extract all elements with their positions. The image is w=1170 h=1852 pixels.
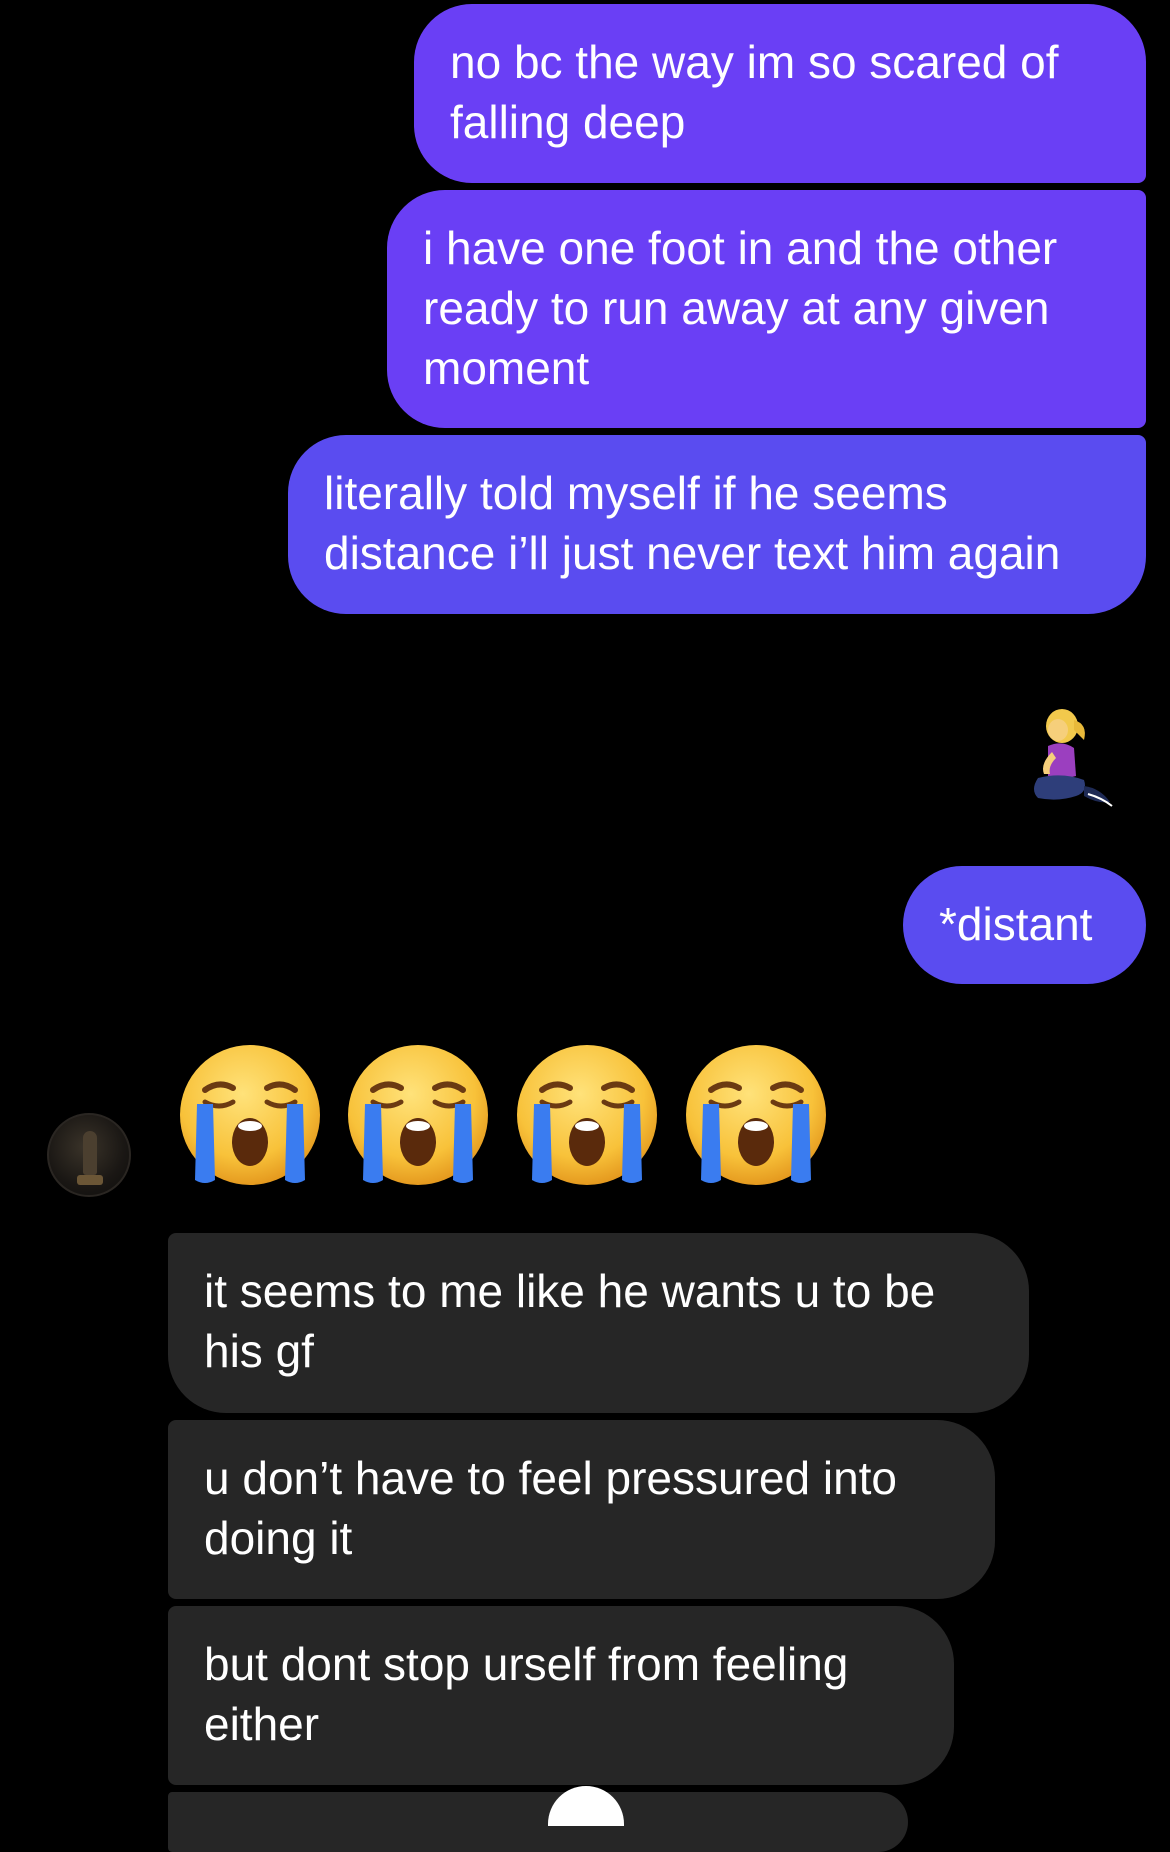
message-text: it seems to me like he wants u to be his… [204,1265,936,1377]
received-message-bubble[interactable]: it seems to me like he wants u to be his… [168,1233,1029,1413]
loudly-crying-face-emoji[interactable] [175,1040,325,1190]
message-text: u don’t have to feel pressured into doin… [204,1452,898,1564]
message-text: literally told myself if he seems distan… [324,467,1061,579]
woman-kneeling-emoji[interactable] [1018,706,1118,818]
avatar-figure-base [77,1175,103,1185]
sent-message-bubble[interactable]: literally told myself if he seems distan… [288,435,1146,614]
avatar-figure [83,1131,97,1175]
contact-avatar[interactable] [47,1113,131,1197]
received-message-bubble[interactable]: but dont stop urself from feeling either [168,1606,954,1785]
message-text: i have one foot in and the other ready t… [423,222,1058,394]
message-text: *distant [939,898,1093,950]
sent-message-bubble[interactable]: no bc the way im so scared of falling de… [414,4,1146,183]
sent-message-bubble[interactable]: *distant [903,866,1146,984]
message-text: but dont stop urself from feeling either [204,1638,849,1750]
sent-message-bubble[interactable]: i have one foot in and the other ready t… [387,190,1146,428]
received-message-bubble[interactable]: u don’t have to feel pressured into doin… [168,1420,995,1599]
loudly-crying-face-emoji[interactable] [343,1040,493,1190]
message-text: no bc the way im so scared of falling de… [450,36,1059,148]
loudly-crying-face-emoji[interactable] [512,1040,662,1190]
received-message-bubble[interactable] [168,1792,908,1852]
loudly-crying-face-emoji[interactable] [681,1040,831,1190]
